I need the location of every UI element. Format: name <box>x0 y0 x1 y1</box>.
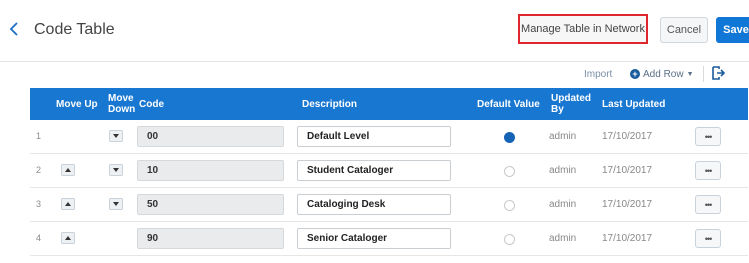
move-down-button[interactable] <box>109 130 123 142</box>
description-input[interactable]: Senior Cataloger <box>297 228 451 249</box>
description-input[interactable]: Student Cataloger <box>297 160 451 181</box>
column-header-move-down-line1: Move <box>108 93 134 104</box>
default-value-radio[interactable] <box>504 200 515 211</box>
column-header-move-up[interactable]: Move Up <box>56 88 98 120</box>
triangle-down-icon <box>113 134 119 138</box>
triangle-up-icon <box>65 202 71 206</box>
table-row: 2 10 Student Cataloger admin 17/10/2017 … <box>30 154 748 188</box>
triangle-down-icon <box>113 168 119 172</box>
triangle-up-icon <box>65 236 71 240</box>
caret-down-icon: ▼ <box>686 70 694 78</box>
code-field: 50 <box>137 194 284 215</box>
triangle-up-icon <box>65 168 71 172</box>
column-header-updated-by[interactable]: Updated By <box>551 88 591 120</box>
last-updated: 17/10/2017 <box>602 233 653 244</box>
last-updated: 17/10/2017 <box>602 131 653 142</box>
column-header-description[interactable]: Description <box>302 88 357 120</box>
triangle-down-icon <box>113 202 119 206</box>
move-down-button[interactable] <box>109 198 123 210</box>
manage-table-in-network-button[interactable]: Manage Table in Network <box>518 14 648 44</box>
column-header-default-value[interactable]: Default Value <box>477 88 540 120</box>
export-icon[interactable] <box>711 65 725 81</box>
description-input[interactable]: Default Level <box>297 126 451 147</box>
row-number: 2 <box>36 165 42 175</box>
column-header-code[interactable]: Code <box>139 88 164 120</box>
plus-circle-icon: + <box>630 69 640 79</box>
save-button[interactable]: Save <box>716 17 749 43</box>
move-up-button[interactable] <box>61 164 75 176</box>
default-value-radio[interactable] <box>504 132 515 143</box>
table-row: 3 50 Cataloging Desk admin 17/10/2017 ••… <box>30 188 748 222</box>
default-value-radio[interactable] <box>504 166 515 177</box>
column-header-move-down[interactable]: Move Down <box>108 88 135 120</box>
code-field: 10 <box>137 160 284 181</box>
column-header-move-down-line2: Down <box>108 104 136 115</box>
updated-by: admin <box>549 165 577 176</box>
column-header-updated-by-line1: Updated <box>551 93 591 104</box>
row-number: 4 <box>36 233 42 243</box>
table-row: 1 00 Default Level admin 17/10/2017 ••• <box>30 120 748 154</box>
updated-by: admin <box>549 131 577 142</box>
code-field: 90 <box>137 228 284 249</box>
toolbar-divider <box>703 66 704 82</box>
add-row-button[interactable]: + Add Row ▼ <box>630 66 694 82</box>
row-actions-button[interactable]: ••• <box>695 195 721 214</box>
row-number: 3 <box>36 199 42 209</box>
move-down-button[interactable] <box>109 164 123 176</box>
move-up-button[interactable] <box>61 198 75 210</box>
updated-by: admin <box>549 199 577 210</box>
description-input[interactable]: Cataloging Desk <box>297 194 451 215</box>
row-number: 1 <box>36 131 42 141</box>
last-updated: 17/10/2017 <box>602 199 653 210</box>
updated-by: admin <box>549 233 577 244</box>
page-title: Code Table <box>34 21 115 38</box>
chevron-left-icon[interactable] <box>9 22 19 36</box>
import-link[interactable]: Import <box>584 69 612 80</box>
add-row-label: Add Row <box>643 68 684 80</box>
row-actions-button[interactable]: ••• <box>695 127 721 146</box>
row-actions-button[interactable]: ••• <box>695 229 721 248</box>
cancel-button[interactable]: Cancel <box>660 17 708 43</box>
default-value-radio[interactable] <box>504 234 515 245</box>
code-field: 00 <box>137 126 284 147</box>
move-up-button[interactable] <box>61 232 75 244</box>
row-actions-button[interactable]: ••• <box>695 161 721 180</box>
table-row: 4 90 Senior Cataloger admin 17/10/2017 •… <box>30 222 748 256</box>
last-updated: 17/10/2017 <box>602 165 653 176</box>
column-header-updated-by-line2: By <box>551 104 564 115</box>
column-header-last-updated[interactable]: Last Updated <box>602 88 665 120</box>
table-header: Move Up Move Down Code Description Defau… <box>30 88 748 120</box>
page-header: Code Table Manage Table in Network Cance… <box>0 0 749 62</box>
